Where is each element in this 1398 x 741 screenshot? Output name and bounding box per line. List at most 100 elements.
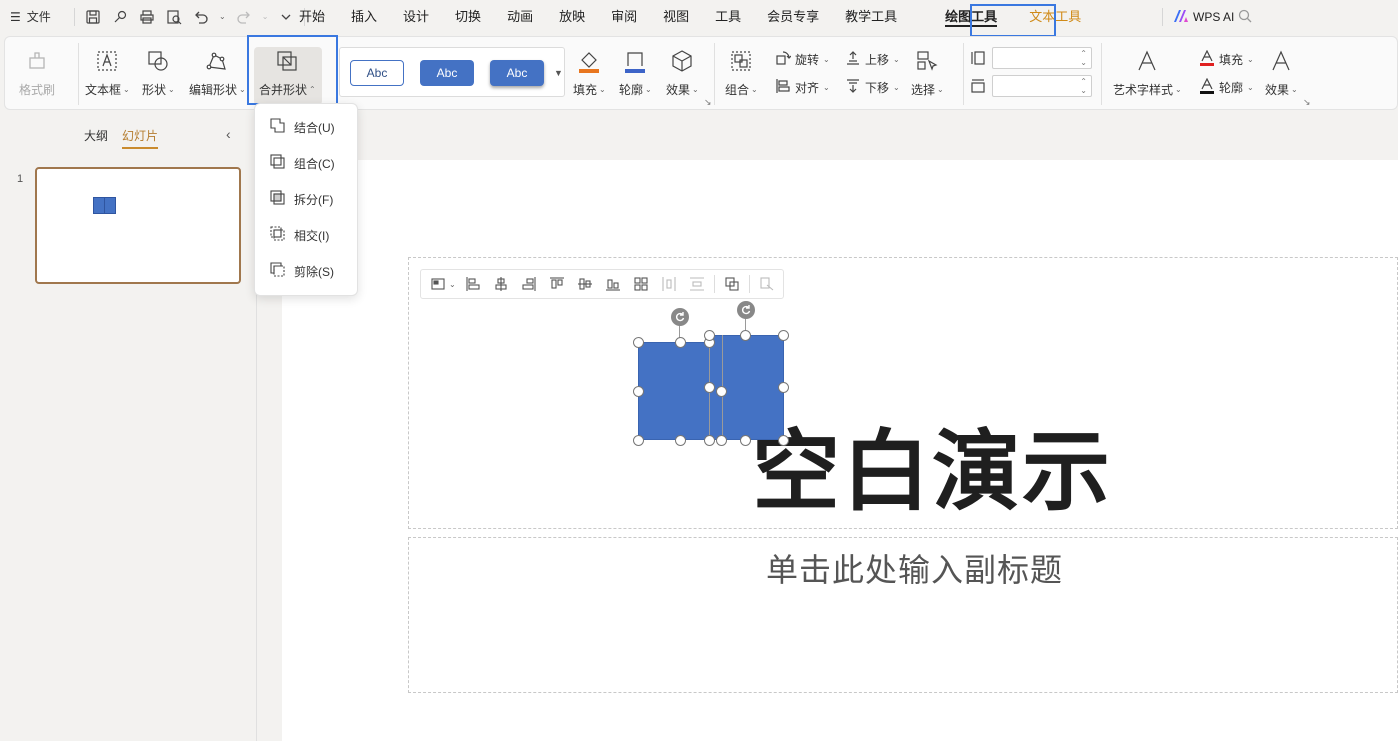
tab-home[interactable]: 开始 [286,0,338,33]
file-menu[interactable]: ☰ 文件 [0,8,64,25]
resize-handle[interactable] [633,435,644,446]
send-backward-button[interactable]: 下移 ⌄ [845,78,900,97]
tab-design[interactable]: 设计 [390,0,442,33]
resize-handle[interactable] [778,382,789,393]
divider [1101,43,1102,105]
text-fill-button[interactable]: 填充 ⌄ [1199,49,1254,69]
shape-width-input[interactable]: ⌃ ⌄ [992,75,1092,97]
dialog-launcher-icon[interactable]: ↘ [704,97,712,108]
find-icon[interactable] [111,8,129,26]
slide-title[interactable]: 空白演示 [752,422,1112,522]
shape-style-shadow[interactable]: Abc [490,60,544,86]
bring-forward-button[interactable]: 上移 ⌄ [845,50,900,69]
text-effect-label: 效果 [1265,83,1290,97]
resize-handle[interactable] [716,435,727,446]
tab-membership[interactable]: 会员专享 [754,0,832,33]
group-button[interactable]: 组合 ⌄ [725,47,758,98]
distribute-icon[interactable] [630,273,652,295]
tab-animations[interactable]: 动画 [494,0,546,33]
effect-button[interactable]: 效果 ⌄ [666,47,699,98]
resize-handle[interactable] [633,386,644,397]
search-icon[interactable] [1238,9,1252,26]
merge-intersect-item[interactable]: 相交(I) [255,217,357,253]
spinner-icon[interactable]: ⌃ ⌄ [1080,77,1087,95]
merge-shape-button[interactable]: 合并形状 ⌃ [259,47,316,98]
chevron-down-icon: ⌄ [239,85,246,94]
edit-shape-button[interactable]: 编辑形状 ⌄ [189,47,246,98]
art-text-style-button[interactable]: 艺术字样式 ⌄ [1113,47,1182,98]
resize-handle[interactable] [704,330,715,341]
merge-subtract-item[interactable]: 剪除(S) [255,253,357,289]
rotate-handle-icon[interactable] [671,308,689,326]
merge-union-item[interactable]: 结合(U) [255,109,357,145]
group-label: 组合 [725,83,750,97]
text-effect-button[interactable]: 效果 ⌄ [1265,47,1298,98]
merge-fragment-item[interactable]: 拆分(F) [255,181,357,217]
distribute-horizontal-icon [658,273,680,295]
resize-handle[interactable] [716,386,727,397]
merge-subtract-label: 剪除(S) [294,264,334,279]
resize-handle[interactable] [675,435,686,446]
resize-handle[interactable] [704,435,715,446]
text-outline-button[interactable]: 轮廓 ⌄ [1199,77,1254,97]
print-preview-icon[interactable] [165,8,183,26]
align-bottom-icon[interactable] [602,273,624,295]
effect-label: 效果 [666,83,691,97]
align-top-icon[interactable] [546,273,568,295]
resize-handle[interactable] [740,330,751,341]
slide-subtitle[interactable]: 单击此处输入副标题 [766,545,1063,591]
chevron-down-icon: ⌄ [1247,83,1254,92]
align-center-icon[interactable] [490,273,512,295]
shape-style-filled[interactable]: Abc [420,60,474,86]
shape-button[interactable]: 形状 ⌄ [142,47,175,98]
textbox-button[interactable]: 文本框 ⌄ [85,47,130,98]
merge-combine-label: 组合(C) [294,156,335,171]
resize-handle[interactable] [778,435,789,446]
collapse-panel-icon[interactable]: ‹ [226,126,231,142]
resize-handle[interactable] [778,330,789,341]
print-icon[interactable] [138,8,156,26]
slide-thumbnail[interactable] [35,167,241,284]
wps-ai-button[interactable]: WPS AI [1162,8,1234,26]
tab-transitions[interactable]: 切换 [442,0,494,33]
undo-dropdown-icon[interactable]: ⌄ [219,12,226,21]
textbox-label: 文本框 [85,83,122,97]
rotate-button[interactable]: 旋转 ⌄ [775,50,830,69]
align-button[interactable]: 对齐 ⌄ [775,78,830,97]
fragment-icon [269,189,286,209]
chevron-down-icon[interactable]: ⌄ [449,280,456,289]
undo-icon[interactable] [192,8,210,26]
resize-handle[interactable] [740,435,751,446]
select-button[interactable]: 选择 ⌄ [911,47,944,98]
resize-handle[interactable] [675,337,686,348]
tab-teaching-tools[interactable]: 教学工具 [832,0,910,33]
spinner-icon[interactable]: ⌃ ⌄ [1080,49,1087,67]
tab-review[interactable]: 审阅 [598,0,650,33]
dialog-launcher-icon[interactable]: ↘ [1303,97,1311,108]
align-left-icon[interactable] [462,273,484,295]
resize-handle[interactable] [704,382,715,393]
merge-union-label: 结合(U) [294,120,335,135]
merge-combine-item[interactable]: 组合(C) [255,145,357,181]
styles-more-icon[interactable]: ▼ [554,68,563,78]
outline-button[interactable]: 轮廓 ⌄ [619,47,652,98]
save-icon[interactable] [84,8,102,26]
align-right-icon[interactable] [518,273,540,295]
shape-style-icon[interactable] [427,273,449,295]
rotate-handle-icon[interactable] [737,301,755,319]
rectangle-shape-1[interactable] [638,342,710,440]
tab-view[interactable]: 视图 [650,0,702,33]
tab-insert[interactable]: 插入 [338,0,390,33]
resize-handle[interactable] [633,337,644,348]
tab-slides[interactable]: 幻灯片 [122,127,159,149]
shape-style-outline[interactable]: Abc [350,60,404,86]
merge-shape-icon[interactable] [721,273,743,295]
tab-tools[interactable]: 工具 [702,0,754,33]
align-middle-icon[interactable] [574,273,596,295]
fill-button[interactable]: 填充 ⌄ [573,47,606,98]
tab-outline[interactable]: 大纲 [84,127,108,144]
tab-slideshow[interactable]: 放映 [546,0,598,33]
slide-canvas[interactable]: 空白演示 单击此处输入副标题 [282,160,1398,741]
shape-height-input[interactable]: ⌃ ⌄ [992,47,1092,69]
chevron-down-icon: ⌄ [893,55,900,64]
